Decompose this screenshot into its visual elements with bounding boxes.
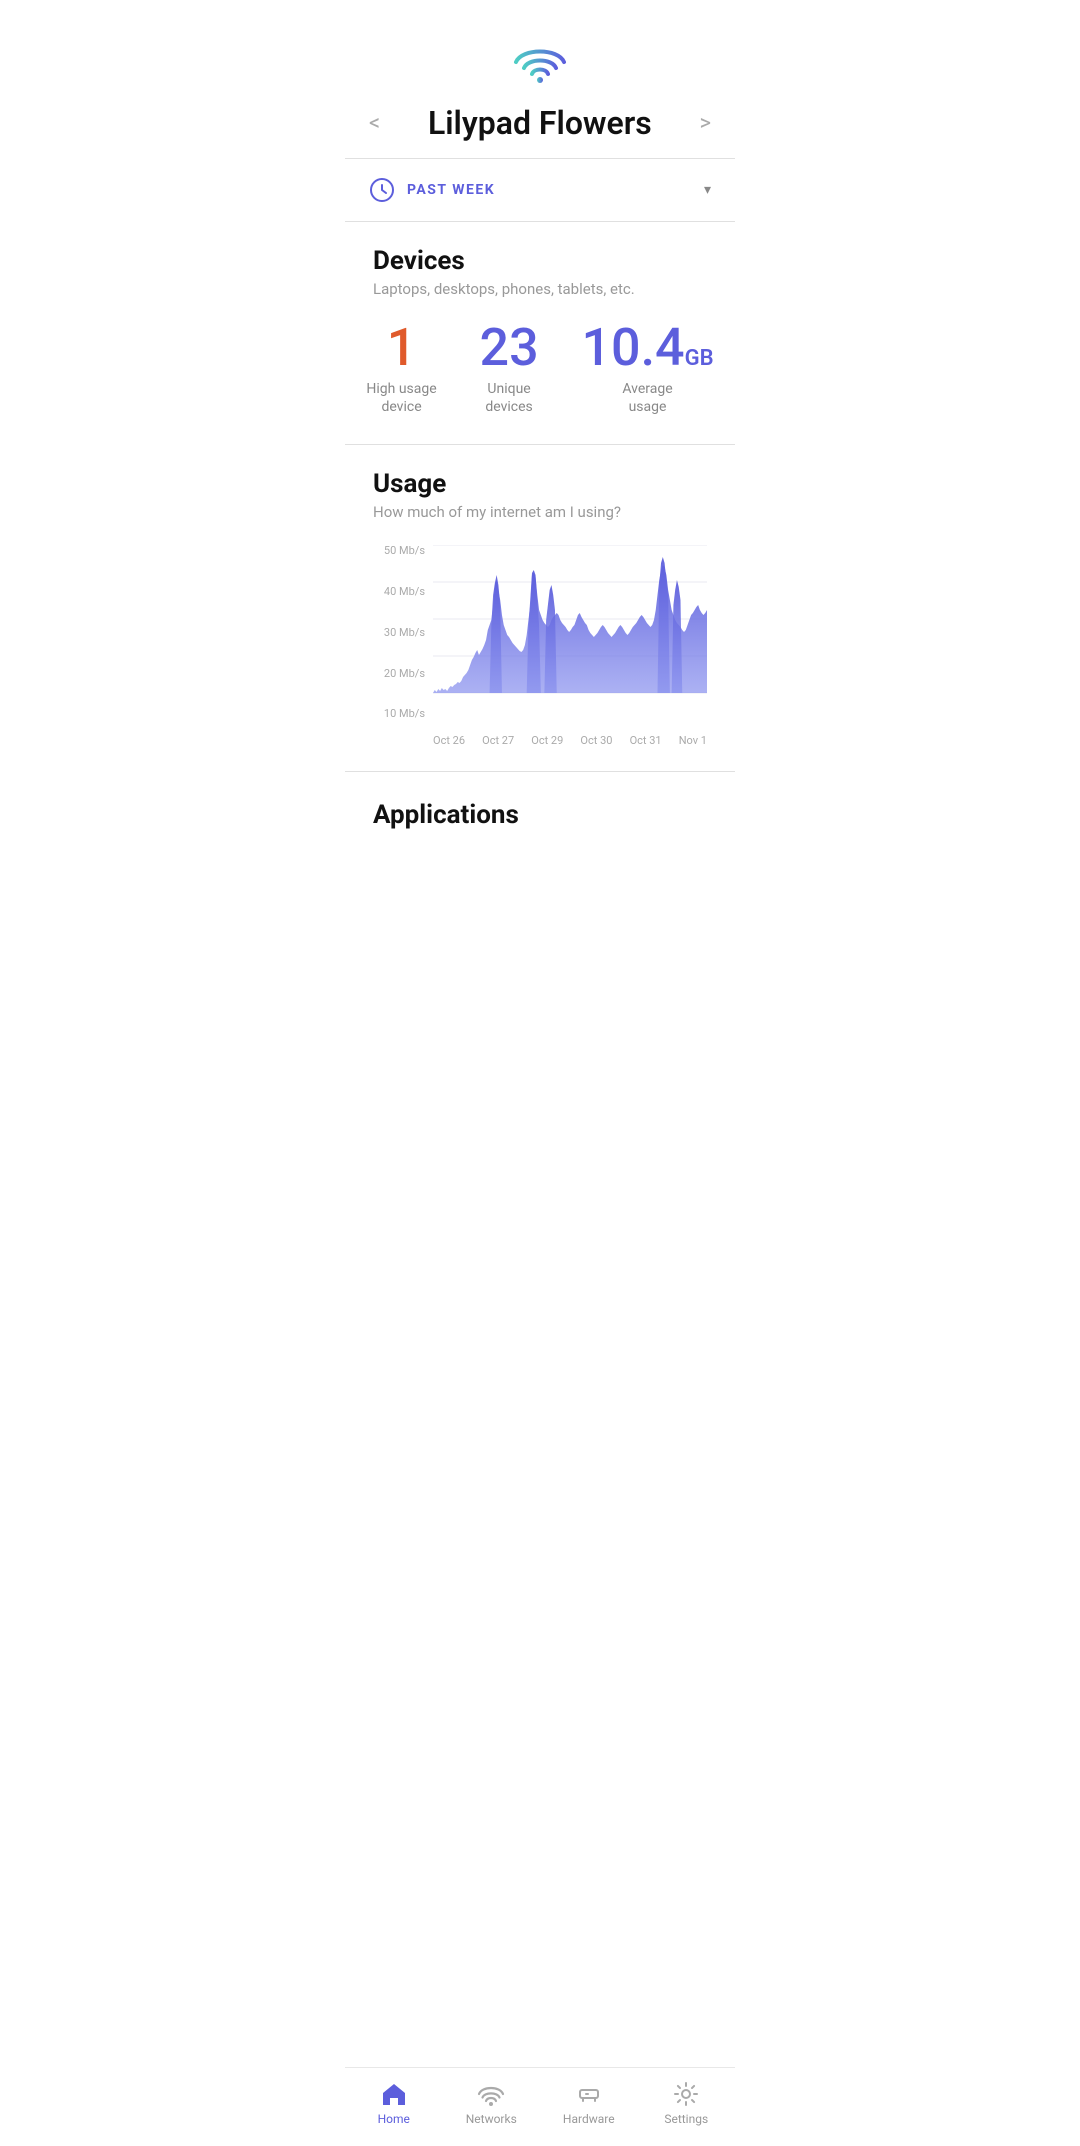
x-label-oct26: Oct 26 bbox=[433, 734, 465, 747]
chart-wrap: 10 Mb/s 20 Mb/s 30 Mb/s 40 Mb/s 50 Mb/s bbox=[373, 545, 707, 747]
y-label-2: 20 Mb/s bbox=[373, 668, 425, 679]
stat-high-usage-value: 1 bbox=[387, 322, 417, 374]
wifi-header bbox=[345, 0, 735, 94]
stat-average-usage-value: 10.4GB bbox=[581, 322, 713, 374]
y-axis: 10 Mb/s 20 Mb/s 30 Mb/s 40 Mb/s 50 Mb/s bbox=[373, 545, 425, 747]
bottom-nav: Home Networks Hardware bbox=[345, 2067, 735, 2146]
nav-label-networks: Networks bbox=[466, 2112, 517, 2126]
stat-average-usage-label: Averageusage bbox=[622, 380, 672, 416]
hardware-icon bbox=[575, 2080, 603, 2108]
period-dropdown-arrow[interactable]: ▾ bbox=[704, 182, 711, 198]
devices-stats-row: 1 High usagedevice 23 Uniquedevices 10.4… bbox=[345, 322, 735, 444]
settings-icon bbox=[672, 2080, 700, 2108]
y-label-3: 30 Mb/s bbox=[373, 627, 425, 638]
stat-unique-devices-label: Uniquedevices bbox=[485, 380, 532, 416]
usage-chart: 10 Mb/s 20 Mb/s 30 Mb/s 40 Mb/s 50 Mb/s bbox=[373, 545, 707, 747]
network-title-row: < Lilypad Flowers > bbox=[345, 94, 735, 158]
stat-unique-devices-value: 23 bbox=[480, 322, 539, 374]
y-label-1: 10 Mb/s bbox=[373, 708, 425, 719]
nav-label-settings: Settings bbox=[664, 2112, 708, 2126]
nav-label-home: Home bbox=[378, 2112, 410, 2126]
home-icon bbox=[380, 2080, 408, 2108]
x-axis: Oct 26 Oct 27 Oct 29 Oct 30 Oct 31 Nov 1 bbox=[433, 730, 707, 747]
applications-title: Applications bbox=[373, 800, 707, 830]
devices-title: Devices bbox=[373, 246, 707, 276]
chart-body: Oct 26 Oct 27 Oct 29 Oct 30 Oct 31 Nov 1 bbox=[433, 545, 707, 747]
applications-section: Applications bbox=[345, 772, 735, 934]
usage-title: Usage bbox=[373, 469, 707, 499]
nav-label-hardware: Hardware bbox=[563, 2112, 615, 2126]
nav-item-settings[interactable]: Settings bbox=[651, 2080, 721, 2126]
x-label-oct30: Oct 30 bbox=[580, 734, 612, 747]
stat-unique-devices: 23 Uniquedevices bbox=[480, 322, 539, 416]
x-label-oct31: Oct 31 bbox=[630, 734, 662, 747]
usage-subtitle: How much of my internet am I using? bbox=[373, 503, 707, 521]
stat-average-usage: 10.4GB Averageusage bbox=[581, 322, 713, 416]
clock-icon bbox=[369, 177, 395, 203]
devices-section: Devices Laptops, desktops, phones, table… bbox=[345, 222, 735, 298]
wifi-logo-icon bbox=[512, 40, 568, 84]
stat-high-usage-label: High usagedevice bbox=[366, 380, 436, 416]
stat-high-usage: 1 High usagedevice bbox=[366, 322, 436, 416]
devices-subtitle: Laptops, desktops, phones, tablets, etc. bbox=[373, 280, 707, 298]
x-label-nov1: Nov 1 bbox=[679, 734, 707, 747]
next-network-button[interactable]: > bbox=[699, 111, 711, 136]
nav-item-networks[interactable]: Networks bbox=[456, 2080, 526, 2126]
prev-network-button[interactable]: < bbox=[369, 111, 380, 136]
usage-section: Usage How much of my internet am I using… bbox=[345, 445, 735, 747]
nav-item-home[interactable]: Home bbox=[359, 2080, 429, 2126]
y-label-4: 40 Mb/s bbox=[373, 586, 425, 597]
networks-icon bbox=[477, 2080, 505, 2108]
period-label: PAST WEEK bbox=[407, 182, 495, 198]
network-name: Lilypad Flowers bbox=[380, 104, 699, 142]
y-label-5: 50 Mb/s bbox=[373, 545, 425, 556]
usage-chart-svg bbox=[433, 545, 707, 730]
x-label-oct27: Oct 27 bbox=[482, 734, 514, 747]
period-selector[interactable]: PAST WEEK ▾ bbox=[345, 159, 735, 221]
x-label-oct29: Oct 29 bbox=[531, 734, 563, 747]
nav-item-hardware[interactable]: Hardware bbox=[554, 2080, 624, 2126]
